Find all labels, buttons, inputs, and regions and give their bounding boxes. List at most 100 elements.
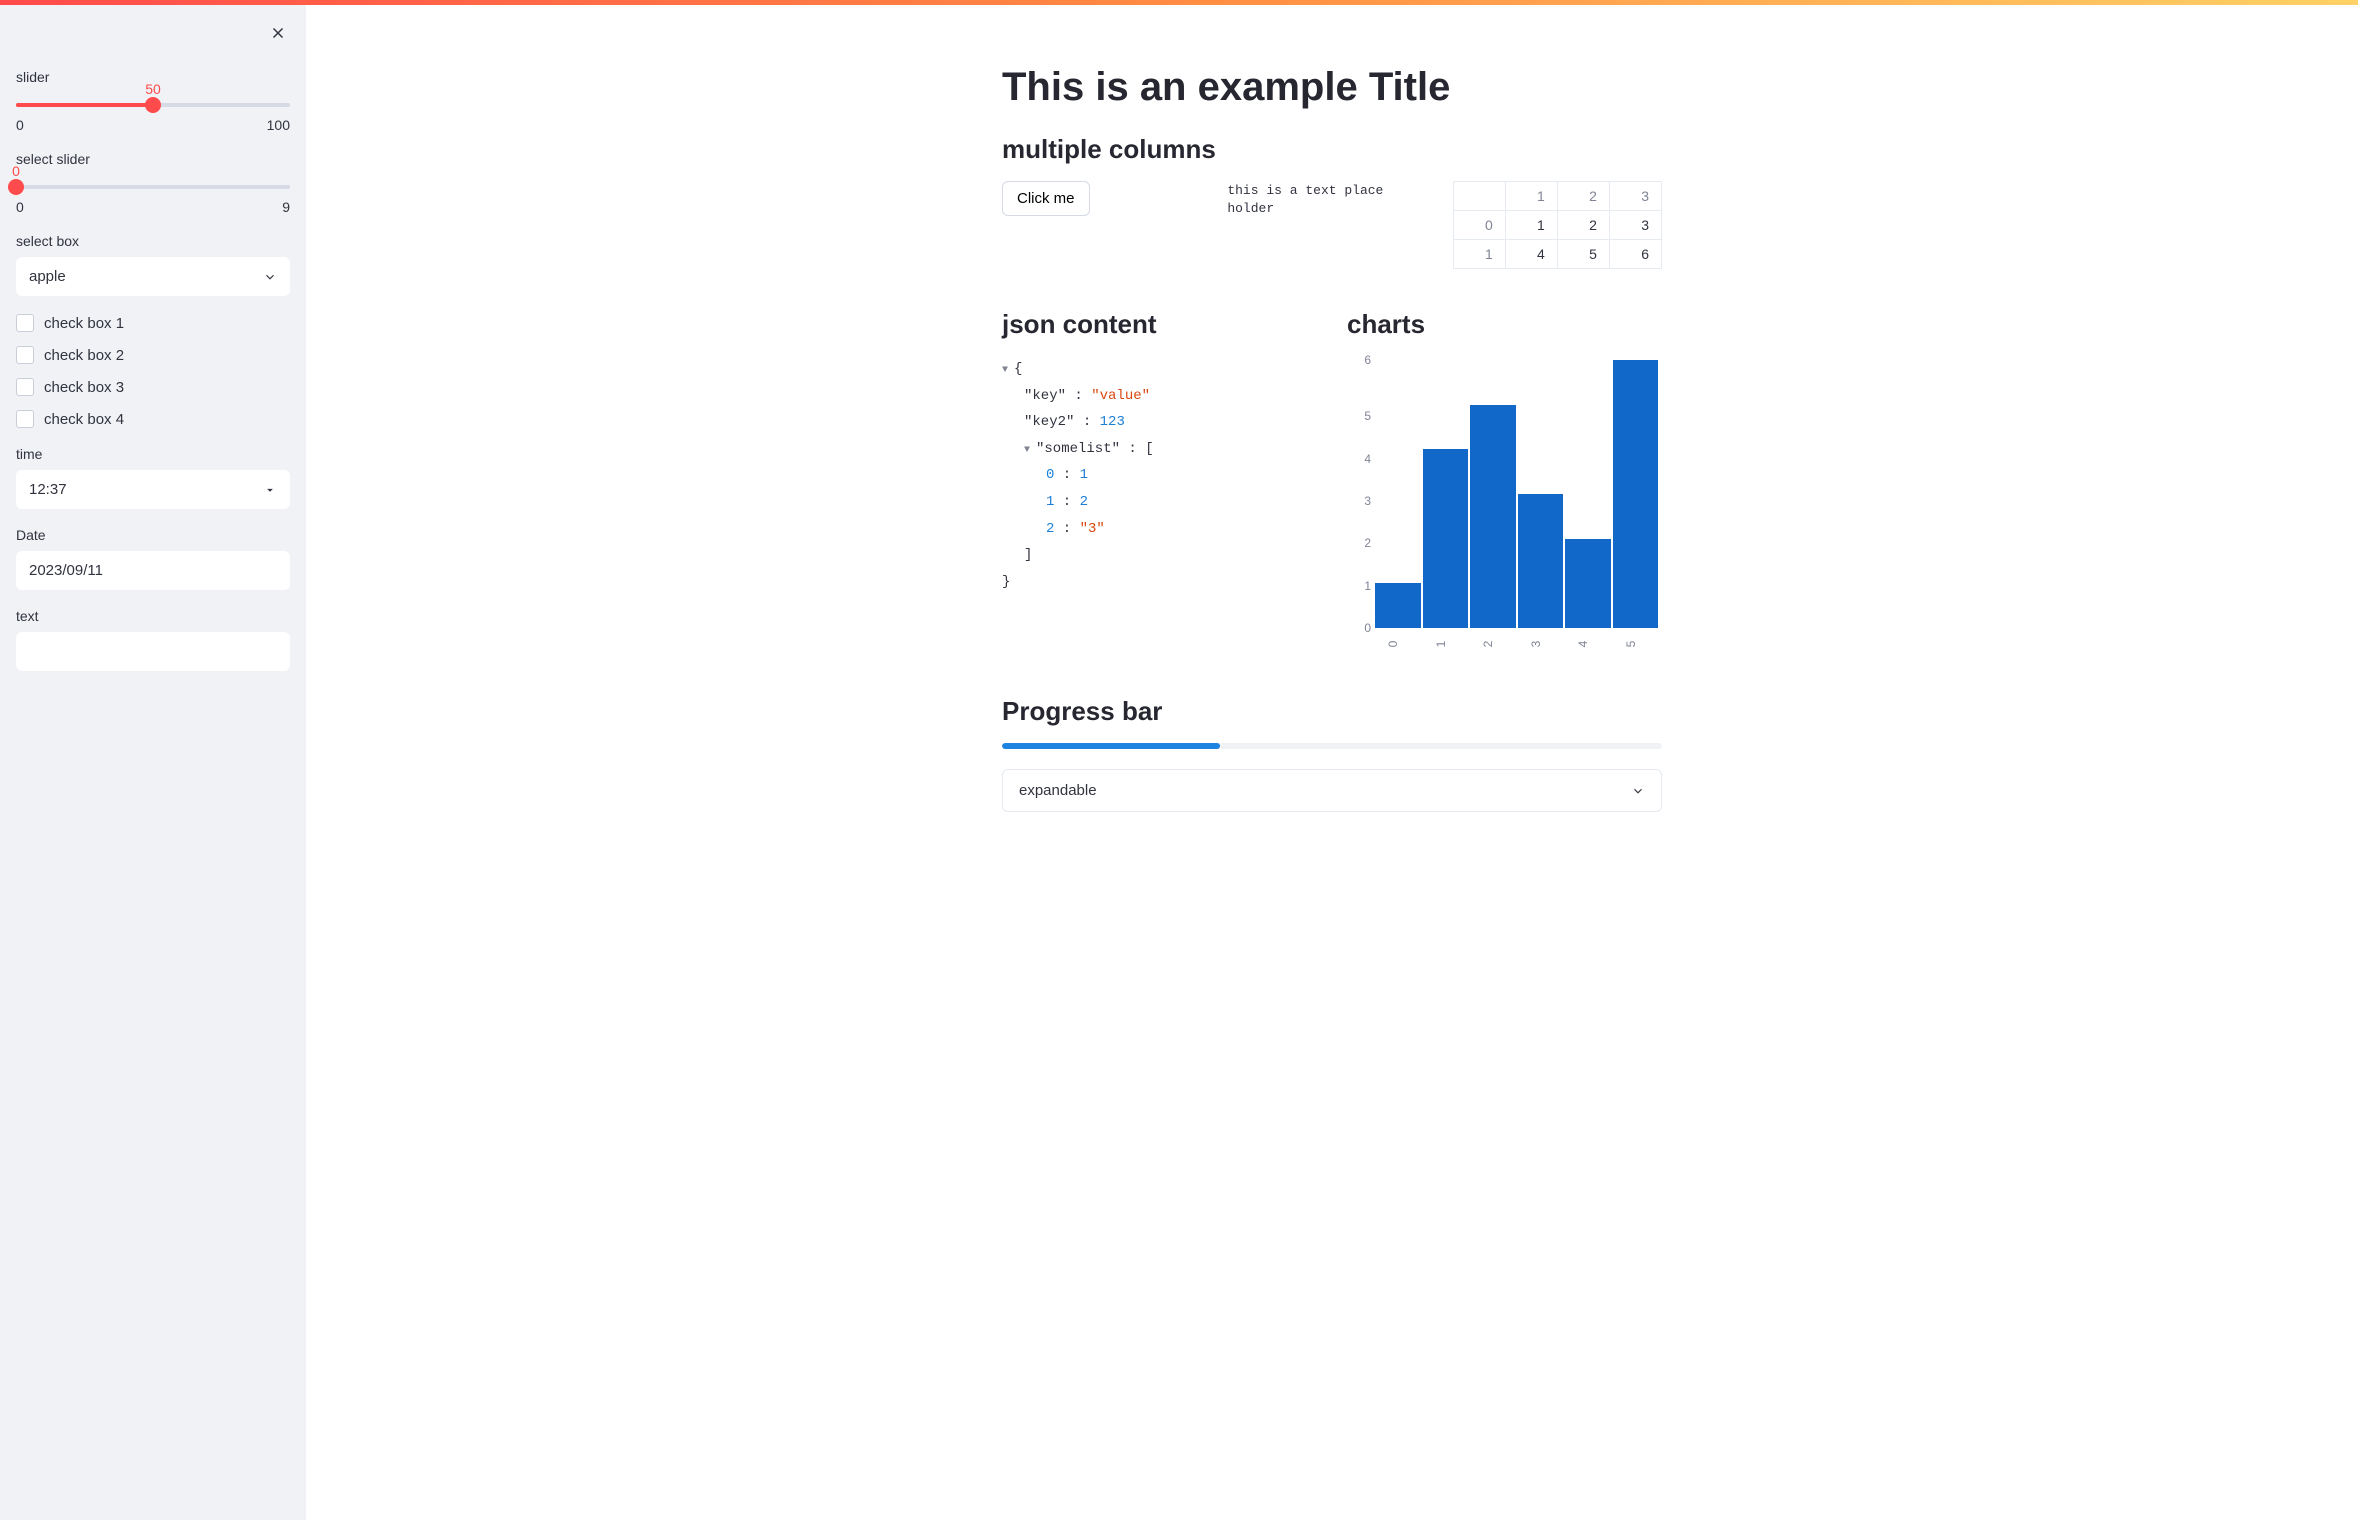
checkbox-2[interactable]: check box 2 <box>16 346 290 364</box>
select-slider-thumb[interactable] <box>8 179 24 195</box>
chevron-down-icon <box>263 270 277 284</box>
table-cell: 2 <box>1557 211 1609 240</box>
slider-value: 50 <box>145 81 161 97</box>
dataframe-table[interactable]: 1 2 3 0 1 2 3 <box>1453 181 1662 269</box>
selectbox-value: apple <box>29 268 66 285</box>
text-control[interactable] <box>16 632 290 671</box>
x-tick: 0 <box>1386 621 1410 667</box>
sidebar: slider 50 0 100 select slider 0 <box>0 5 306 1520</box>
placeholder-text: this is a text place holder <box>1227 183 1383 216</box>
x-tick: 1 <box>1433 621 1457 667</box>
close-icon <box>269 24 287 42</box>
chart-bar <box>1565 539 1611 628</box>
json-key: "key2" <box>1024 414 1074 430</box>
table-corner <box>1453 182 1505 211</box>
selectbox-label: select box <box>16 233 290 249</box>
chart-bar <box>1423 449 1469 628</box>
text-field: text <box>16 608 290 671</box>
expander[interactable]: expandable <box>1002 769 1662 812</box>
x-tick: 2 <box>1481 621 1505 667</box>
table-cell: 4 <box>1505 240 1557 269</box>
progress-fill <box>1002 743 1220 749</box>
json-heading: json content <box>1002 309 1317 340</box>
charts-section: charts 6 5 4 3 2 1 0 012345 <box>1347 309 1662 656</box>
chevron-down-icon <box>1631 784 1645 798</box>
json-index: 2 <box>1046 521 1054 537</box>
checkbox-box[interactable] <box>16 410 34 428</box>
json-viewer[interactable]: ▼{ "key" : "value" "key2" : 123 ▼"someli… <box>1002 356 1317 595</box>
caret-down-icon[interactable]: ▼ <box>1024 441 1034 460</box>
y-tick: 2 <box>1347 536 1371 550</box>
text-input[interactable] <box>29 643 277 660</box>
checkbox-label: check box 4 <box>44 411 124 428</box>
column-3: 1 2 3 0 1 2 3 <box>1453 181 1662 269</box>
charts-heading: charts <box>1347 309 1662 340</box>
json-value: "value" <box>1091 388 1150 404</box>
table-row: 0 1 2 3 <box>1453 211 1661 240</box>
select-slider-field: select slider 0 0 9 <box>16 151 290 215</box>
y-tick: 5 <box>1347 409 1371 423</box>
table-cell: 3 <box>1609 211 1661 240</box>
slider-min: 0 <box>16 117 24 133</box>
slider-fill <box>16 103 153 107</box>
table-col-header: 3 <box>1609 182 1661 211</box>
click-me-button[interactable]: Click me <box>1002 181 1090 216</box>
chart-y-axis: 6 5 4 3 2 1 0 <box>1347 360 1371 628</box>
table-col-header: 2 <box>1557 182 1609 211</box>
date-control[interactable]: 2023/09/11 <box>16 551 290 590</box>
json-value: "3" <box>1080 521 1105 537</box>
columns-row: Click me this is a text place holder 1 2… <box>1002 181 1662 269</box>
slider-track[interactable] <box>16 103 290 107</box>
select-slider-track[interactable] <box>16 185 290 189</box>
x-tick: 5 <box>1623 621 1647 667</box>
y-tick: 4 <box>1347 452 1371 466</box>
columns-heading: multiple columns <box>1002 134 1662 165</box>
column-2: this is a text place holder <box>1227 181 1436 217</box>
table-cell: 5 <box>1557 240 1609 269</box>
checkbox-box[interactable] <box>16 346 34 364</box>
checkbox-3[interactable]: check box 3 <box>16 378 290 396</box>
date-label: Date <box>16 527 290 543</box>
select-slider-label: select slider <box>16 151 290 167</box>
json-value: 2 <box>1080 494 1088 510</box>
selectbox-control[interactable]: apple <box>16 257 290 296</box>
main-content: This is an example Title multiple column… <box>306 5 2358 1520</box>
time-field: time 12:37 <box>16 446 290 509</box>
json-index: 1 <box>1046 494 1054 510</box>
table-row-index: 0 <box>1453 211 1505 240</box>
progress-bar <box>1002 743 1662 749</box>
slider-thumb[interactable] <box>145 97 161 113</box>
json-index: 0 <box>1046 467 1054 483</box>
y-tick: 6 <box>1347 353 1371 367</box>
page-title: This is an example Title <box>1002 65 1662 110</box>
progress-heading: Progress bar <box>1002 696 1662 727</box>
expander-label: expandable <box>1019 782 1097 799</box>
x-tick: 4 <box>1576 621 1600 667</box>
checkbox-box[interactable] <box>16 378 34 396</box>
close-sidebar-button[interactable] <box>264 19 292 47</box>
table-row: 1 4 5 6 <box>1453 240 1661 269</box>
checkbox-label: check box 1 <box>44 315 124 332</box>
date-field: Date 2023/09/11 <box>16 527 290 590</box>
bar-chart[interactable]: 6 5 4 3 2 1 0 012345 <box>1347 356 1662 656</box>
checkbox-1[interactable]: check box 1 <box>16 314 290 332</box>
select-slider-value: 0 <box>12 163 20 179</box>
caret-down-icon[interactable]: ▼ <box>1002 361 1012 380</box>
chart-bar <box>1470 405 1516 628</box>
chart-bar <box>1518 494 1564 628</box>
checkbox-group: check box 1 check box 2 check box 3 chec… <box>16 314 290 428</box>
table-row-index: 1 <box>1453 240 1505 269</box>
checkbox-4[interactable]: check box 4 <box>16 410 290 428</box>
date-value: 2023/09/11 <box>29 562 103 579</box>
json-value: 123 <box>1100 414 1125 430</box>
slider-max: 100 <box>267 117 290 133</box>
column-1: Click me <box>1002 181 1211 216</box>
time-label: time <box>16 446 290 462</box>
checkbox-box[interactable] <box>16 314 34 332</box>
slider-field: slider 50 0 100 <box>16 69 290 133</box>
x-tick: 3 <box>1528 621 1552 667</box>
json-section: json content ▼{ "key" : "value" "key2" :… <box>1002 309 1317 656</box>
table-col-header: 1 <box>1505 182 1557 211</box>
time-control[interactable]: 12:37 <box>16 470 290 509</box>
chart-plot-area <box>1375 360 1658 628</box>
